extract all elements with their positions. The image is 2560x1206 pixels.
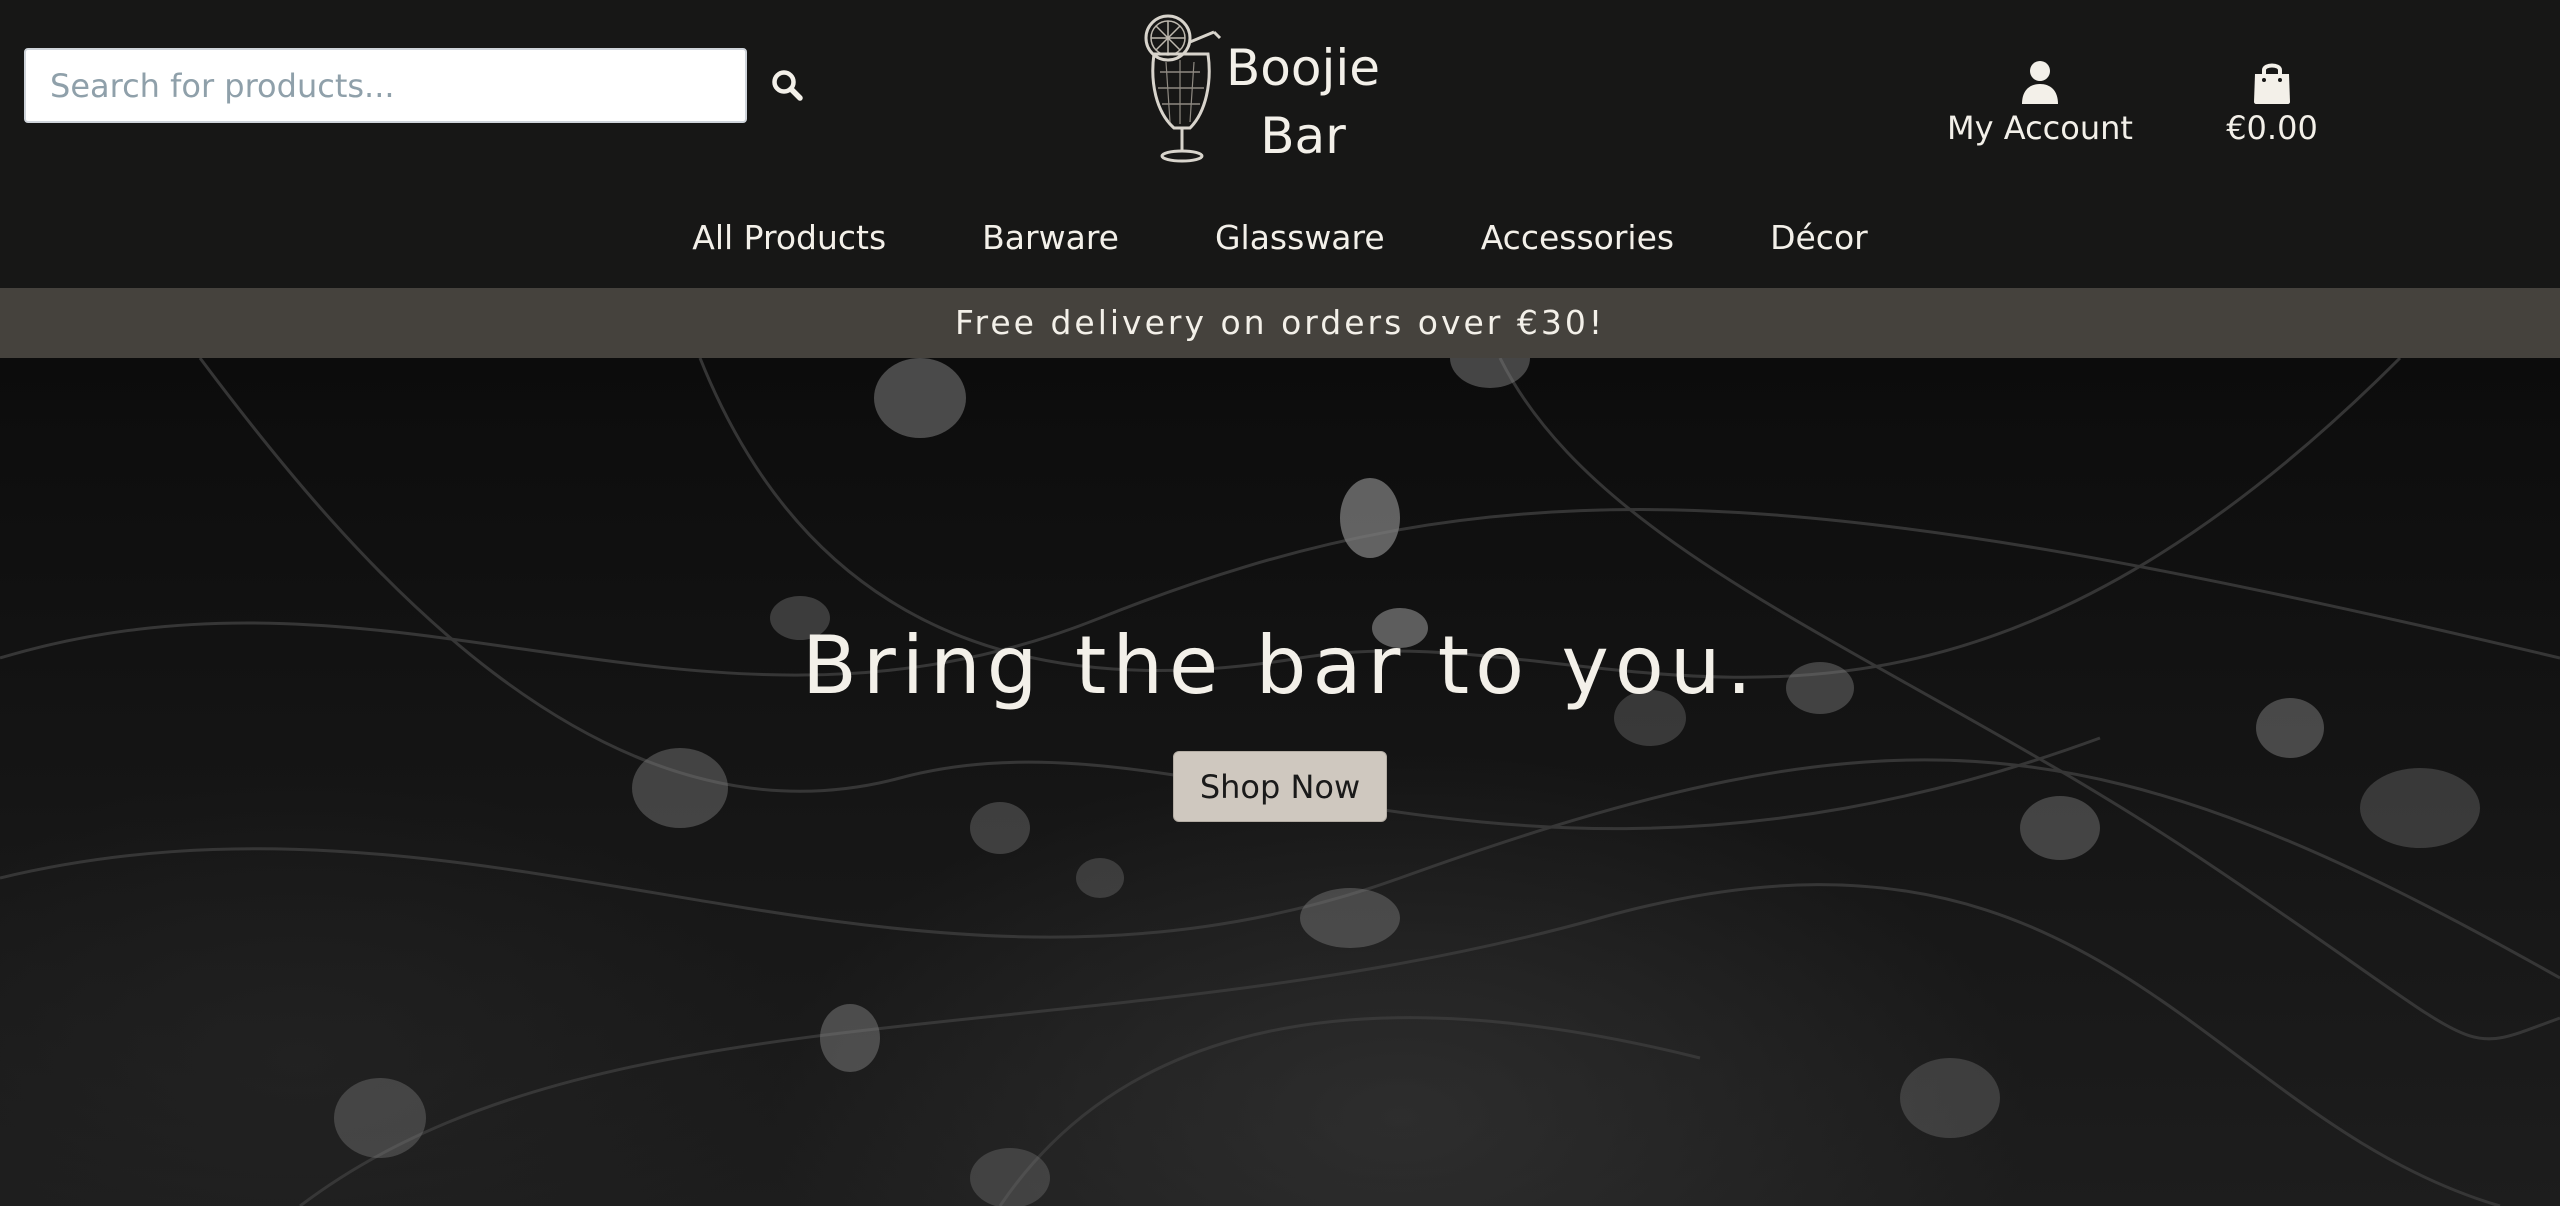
hero-banner: Bring the bar to you. Shop Now — [0, 358, 2560, 1206]
nav-item-decor[interactable]: Décor — [1722, 208, 1916, 268]
hero-title: Bring the bar to you. — [802, 619, 1758, 712]
my-account-label: My Account — [1947, 109, 2133, 147]
shopping-bag-icon — [2210, 60, 2334, 108]
search-input[interactable] — [24, 48, 747, 123]
main-navigation: All Products Barware Glassware Accessori… — [0, 208, 2560, 268]
brand-home-link[interactable]: Boojie Bar — [1136, 8, 1396, 168]
page: Boojie Bar My Account €0.00 — [0, 0, 2560, 1206]
site-header: Boojie Bar My Account €0.00 — [0, 0, 2560, 288]
cocktail-glass-logo — [1144, 14, 1222, 163]
search-icon — [772, 70, 803, 101]
nav-item-all-products[interactable]: All Products — [644, 208, 934, 268]
user-icon — [1940, 60, 2140, 108]
search-button[interactable] — [760, 55, 814, 115]
cart-link[interactable]: €0.00 — [2210, 60, 2334, 160]
nav-item-barware[interactable]: Barware — [934, 208, 1167, 268]
promo-banner: Free delivery on orders over €30! — [0, 288, 2560, 358]
cart-total: €0.00 — [2226, 109, 2318, 147]
my-account-link[interactable]: My Account — [1940, 60, 2140, 160]
shop-now-button[interactable]: Shop Now — [1173, 751, 1387, 822]
nav-item-accessories[interactable]: Accessories — [1433, 208, 1722, 268]
nav-item-glassware[interactable]: Glassware — [1167, 208, 1433, 268]
brand-name: Boojie Bar — [1225, 39, 1381, 165]
